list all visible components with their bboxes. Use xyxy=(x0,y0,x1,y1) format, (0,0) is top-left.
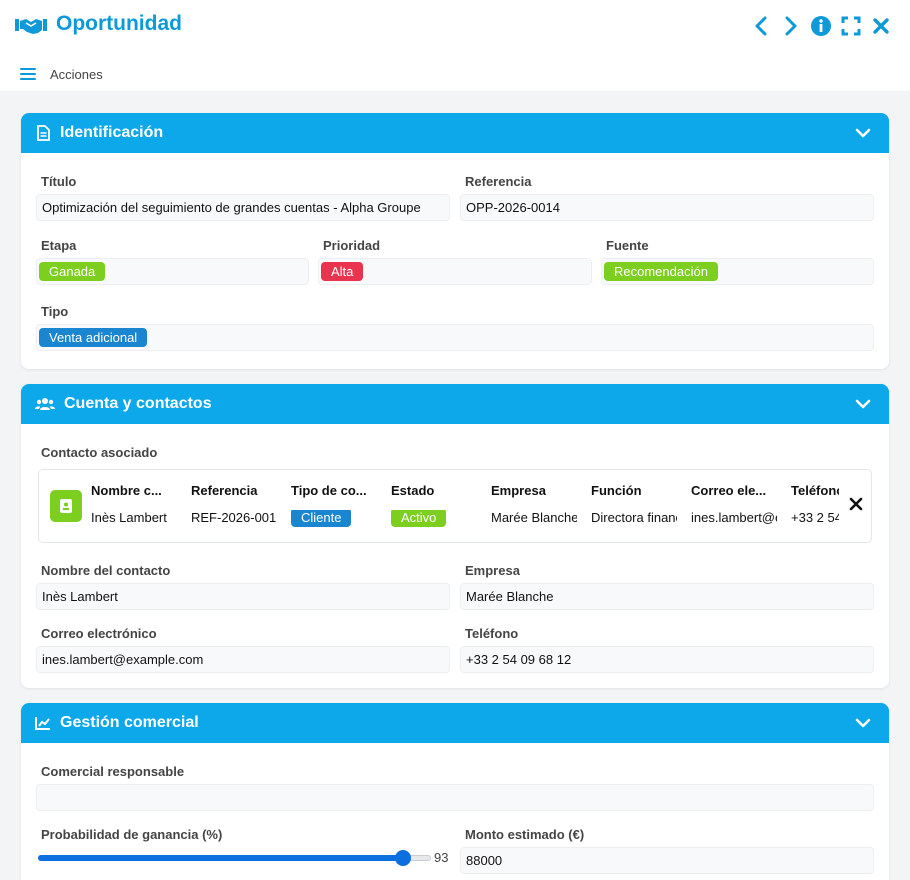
contact-col-header: Referencia xyxy=(191,483,258,498)
chevron-down-icon[interactable] xyxy=(855,396,871,412)
contact-col-referencia: Referencia REF-2026-001 xyxy=(191,483,277,528)
fuente-label: Fuente xyxy=(606,238,649,253)
probabilidad-slider[interactable] xyxy=(38,848,431,868)
associated-contact-card[interactable]: Nombre c... Inès Lambert Referencia REF-… xyxy=(38,469,872,543)
correo-label: Correo electrónico xyxy=(41,626,157,641)
contact-tipo-badge: Cliente xyxy=(291,510,352,527)
prioridad-field[interactable]: Alta xyxy=(318,258,592,285)
comercial-field[interactable] xyxy=(36,784,874,811)
section-title: Identificación xyxy=(60,124,164,141)
contact-card-icon xyxy=(50,490,82,522)
telefono-label: Teléfono xyxy=(465,626,519,641)
section-cuenta-contactos: Cuenta y contactos Contacto asociado Nom… xyxy=(21,384,889,688)
contact-col-value: Inès Lambert xyxy=(91,510,167,525)
slider-thumb[interactable] xyxy=(395,850,411,866)
contact-col-empresa: Empresa Marée Blanche xyxy=(491,483,577,528)
monto-field[interactable]: 88000 xyxy=(460,847,874,874)
chevron-down-icon[interactable] xyxy=(855,715,871,731)
empresa-label: Empresa xyxy=(465,563,520,578)
section-title: Cuenta y contactos xyxy=(64,395,212,412)
contact-col-value: ines.lambert@example.com xyxy=(691,510,777,525)
contact-col-value: REF-2026-001 xyxy=(191,510,277,525)
hamburger-menu-icon[interactable] xyxy=(20,68,36,80)
window-header: Oportunidad xyxy=(0,0,910,52)
empresa-field[interactable]: Marée Blanche xyxy=(460,583,874,610)
section-header-gestion[interactable]: Gestión comercial xyxy=(21,703,889,743)
contact-col-header: Teléfono xyxy=(791,483,839,498)
etapa-badge: Ganada xyxy=(39,262,106,281)
page-title: Oportunidad xyxy=(56,12,182,35)
close-icon[interactable] xyxy=(870,14,892,38)
contact-col-header: Empresa xyxy=(491,483,546,498)
chevron-down-icon[interactable] xyxy=(855,125,871,141)
titulo-label: Título xyxy=(41,174,77,189)
tipo-label: Tipo xyxy=(41,304,69,319)
contact-col-estado: Estado Activo xyxy=(391,483,477,528)
contact-estado-badge: Activo xyxy=(391,510,447,527)
tipo-badge: Venta adicional xyxy=(39,328,148,347)
contact-col-header: Tipo de co... xyxy=(291,483,367,498)
section-header-cuenta[interactable]: Cuenta y contactos xyxy=(21,384,889,424)
contact-col-header: Estado xyxy=(391,483,435,498)
section-identificacion: Identificación Título Optimización del s… xyxy=(21,113,889,369)
tipo-field[interactable]: Venta adicional xyxy=(36,324,874,351)
form-content: Identificación Título Optimización del s… xyxy=(0,92,910,880)
correo-field[interactable]: ines.lambert@example.com xyxy=(36,646,450,673)
etapa-field[interactable]: Ganada xyxy=(36,258,309,285)
nombre-contacto-field[interactable]: Inès Lambert xyxy=(36,583,450,610)
contact-col-correo: Correo ele... ines.lambert@example.com xyxy=(691,483,777,528)
fullscreen-icon[interactable] xyxy=(840,14,862,38)
contact-col-telefono: Teléfono +33 2 54 09 68 12 xyxy=(791,483,839,528)
document-icon xyxy=(35,125,51,141)
contact-col-funcion: Función Directora financiera xyxy=(591,483,677,528)
actions-bar: Acciones xyxy=(0,56,910,92)
contact-col-header: Nombre c... xyxy=(91,483,162,498)
nombre-contacto-label: Nombre del contacto xyxy=(41,563,171,578)
contact-col-tipo: Tipo de co... Cliente xyxy=(291,483,377,528)
titulo-field[interactable]: Optimización del seguimiento de grandes … xyxy=(36,194,450,221)
window-controls xyxy=(750,14,892,38)
chart-line-icon xyxy=(35,715,51,731)
next-icon[interactable] xyxy=(780,14,802,38)
section-gestion-comercial: Gestión comercial Comercial responsable … xyxy=(21,703,889,880)
users-icon xyxy=(35,396,55,412)
prioridad-label: Prioridad xyxy=(323,238,381,253)
probabilidad-label: Probabilidad de ganancia (%) xyxy=(41,827,223,842)
contacto-asociado-label: Contacto asociado xyxy=(41,445,158,460)
etapa-label: Etapa xyxy=(41,238,77,253)
contact-col-value: Directora financiera xyxy=(591,510,677,525)
previous-icon[interactable] xyxy=(750,14,772,38)
contact-col-header: Función xyxy=(591,483,642,498)
contact-col-header: Correo ele... xyxy=(691,483,767,498)
referencia-label: Referencia xyxy=(465,174,532,189)
info-icon[interactable] xyxy=(810,14,832,38)
handshake-icon xyxy=(14,13,48,39)
section-title: Gestión comercial xyxy=(60,714,199,731)
contact-col-value: +33 2 54 09 68 12 xyxy=(791,510,839,525)
section-header-identificacion[interactable]: Identificación xyxy=(21,113,889,153)
slider-fill xyxy=(38,855,403,861)
fuente-field[interactable]: Recomendación xyxy=(601,258,874,285)
contact-col-nombre: Nombre c... Inès Lambert xyxy=(91,483,177,528)
prioridad-badge: Alta xyxy=(321,262,364,281)
monto-label: Monto estimado (€) xyxy=(465,827,585,842)
contact-col-value: Marée Blanche xyxy=(491,510,577,525)
comercial-label: Comercial responsable xyxy=(41,764,185,779)
referencia-field[interactable]: OPP-2026-0014 xyxy=(460,194,874,221)
fuente-badge: Recomendación xyxy=(604,262,718,281)
probabilidad-value: 93 xyxy=(434,850,449,865)
remove-contact-icon[interactable] xyxy=(849,497,863,511)
telefono-field[interactable]: +33 2 54 09 68 12 xyxy=(460,646,874,673)
actions-menu-label[interactable]: Acciones xyxy=(50,67,103,82)
